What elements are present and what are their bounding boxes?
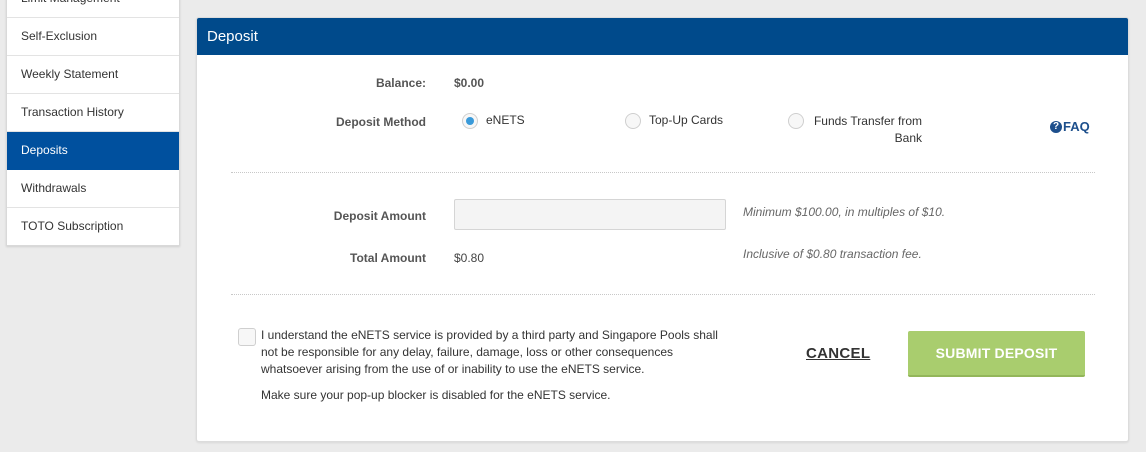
deposit-method-label: Deposit Method bbox=[336, 115, 426, 129]
deposit-amount-hint: Minimum $100.00, in multiples of $10. bbox=[743, 205, 946, 219]
sidebar-item-weekly-statement[interactable]: Weekly Statement bbox=[7, 56, 179, 94]
deposit-amount-label: Deposit Amount bbox=[333, 209, 426, 223]
radio-enets[interactable] bbox=[462, 113, 478, 129]
terms-checkbox[interactable] bbox=[238, 328, 256, 346]
balance-value: $0.00 bbox=[454, 76, 485, 90]
sidebar-item-self-exclusion[interactable]: Self-Exclusion bbox=[7, 18, 179, 56]
panel-title: Deposit bbox=[197, 18, 1128, 55]
popup-blocker-note: Make sure your pop-up blocker is disable… bbox=[261, 388, 611, 402]
deposit-panel: Deposit Balance: $0.00 Deposit Method eN… bbox=[196, 17, 1129, 442]
balance-label: Balance: bbox=[375, 76, 426, 90]
sidebar-item-withdrawals[interactable]: Withdrawals bbox=[7, 170, 179, 208]
total-amount-label: Total Amount bbox=[350, 251, 426, 265]
radio-enets-label[interactable]: eNETS bbox=[486, 113, 525, 127]
total-amount-hint: Inclusive of $0.80 transaction fee. bbox=[743, 247, 922, 261]
terms-text: I understand the eNETS service is provid… bbox=[261, 328, 718, 376]
radio-top-up-cards-label[interactable]: Top-Up Cards bbox=[649, 113, 723, 127]
radio-funds-transfer-label[interactable]: Funds Transfer from Bank bbox=[812, 113, 922, 147]
divider bbox=[231, 294, 1095, 295]
deposit-amount-input[interactable] bbox=[454, 199, 726, 230]
sidebar-item-toto-subscription[interactable]: TOTO Subscription bbox=[7, 208, 179, 245]
divider bbox=[231, 172, 1095, 173]
radio-top-up-cards[interactable] bbox=[625, 113, 641, 129]
radio-funds-transfer[interactable] bbox=[788, 113, 804, 129]
sidebar-item-deposits[interactable]: Deposits bbox=[7, 132, 179, 170]
account-sidebar: Limit Management Self-Exclusion Weekly S… bbox=[6, 0, 180, 246]
faq-link[interactable]: ? FAQ bbox=[1050, 119, 1090, 134]
sidebar-item-transaction-history[interactable]: Transaction History bbox=[7, 94, 179, 132]
help-circle-icon: ? bbox=[1050, 120, 1062, 133]
sidebar-item-limit-management[interactable]: Limit Management bbox=[7, 0, 179, 18]
total-amount-value: $0.80 bbox=[454, 251, 485, 265]
cancel-button[interactable]: CANCEL bbox=[806, 345, 870, 362]
submit-deposit-button[interactable]: SUBMIT DEPOSIT bbox=[908, 331, 1085, 377]
faq-label: FAQ bbox=[1063, 119, 1090, 134]
